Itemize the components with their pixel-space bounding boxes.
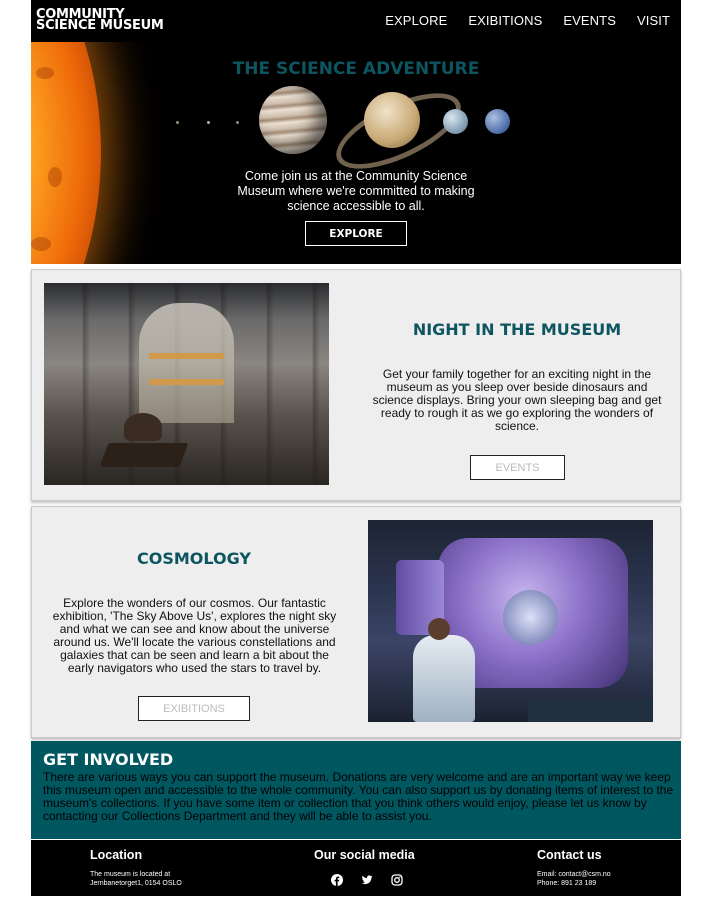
top-navbar: COMMUNITY SCIENCE MUSEUM EXPLORE EXIBITI… — [31, 0, 681, 42]
hero-text: Come join us at the Community Science Mu… — [31, 169, 681, 214]
saturn-image — [364, 92, 420, 148]
nav-visit[interactable]: VISIT — [637, 13, 670, 28]
uranus-image — [443, 109, 468, 134]
night-text: Get your family together for an exciting… — [372, 367, 662, 433]
nav-events[interactable]: EVENTS — [563, 13, 616, 28]
night-in-museum-card: NIGHT IN THE MUSEUM Get your family toge… — [31, 269, 681, 501]
nav-exibitions[interactable]: EXIBITIONS — [468, 13, 542, 28]
night-title: NIGHT IN THE MUSEUM — [412, 320, 622, 339]
planet-dot — [176, 121, 179, 124]
facebook-icon[interactable] — [331, 874, 343, 886]
hero-explore-button[interactable]: EXPLORE — [305, 221, 407, 246]
planet-dot — [236, 121, 239, 124]
footer-location-title: Location — [90, 848, 143, 862]
footer-social-title: Our social media — [314, 848, 415, 862]
site-footer: Location The museum is located at Jernba… — [31, 840, 681, 896]
footer-contact-title: Contact us — [537, 848, 602, 862]
footer-location-line1: The museum is located at — [90, 871, 171, 878]
get-involved-text: There are various ways you can support t… — [43, 770, 674, 823]
instagram-icon[interactable] — [391, 874, 403, 886]
hero-description: Come join us at the Community Science Mu… — [237, 169, 475, 213]
hero-banner: THE SCIENCE ADVENTURE Come join us at th… — [31, 42, 681, 264]
get-involved-title: GET INVOLVED — [43, 750, 174, 769]
footer-location-line2: Jernbanetorget1, 0154 OSLO — [90, 880, 182, 887]
footer-contact-phone: Phone: 891 23 189 — [537, 880, 597, 887]
museum-hall-photo — [44, 283, 329, 485]
cosmology-text: Explore the wonders of our cosmos. Our f… — [52, 596, 337, 675]
main-nav: EXPLORE EXIBITIONS EVENTS VISIT — [385, 13, 670, 28]
twitter-icon[interactable] — [361, 874, 373, 886]
site-logo[interactable]: COMMUNITY SCIENCE MUSEUM — [36, 8, 164, 33]
hero-title: THE SCIENCE ADVENTURE — [232, 59, 480, 79]
cosmology-lab-photo — [368, 520, 653, 722]
planet-dot — [207, 121, 210, 124]
jupiter-image — [259, 86, 327, 154]
neptune-image — [485, 109, 510, 134]
footer-contact-email: Email: contact@csm.no — [537, 871, 611, 878]
nav-explore[interactable]: EXPLORE — [385, 13, 447, 28]
exibitions-button[interactable]: EXIBITIONS — [138, 696, 250, 721]
cosmology-card: COSMOLOGY Explore the wonders of our cos… — [31, 506, 681, 738]
get-involved-section: GET INVOLVED There are various ways you … — [31, 741, 681, 839]
logo-line-2: SCIENCE MUSEUM — [36, 18, 164, 33]
cosmology-title: COSMOLOGY — [137, 549, 251, 568]
events-button[interactable]: EVENTS — [470, 455, 565, 480]
